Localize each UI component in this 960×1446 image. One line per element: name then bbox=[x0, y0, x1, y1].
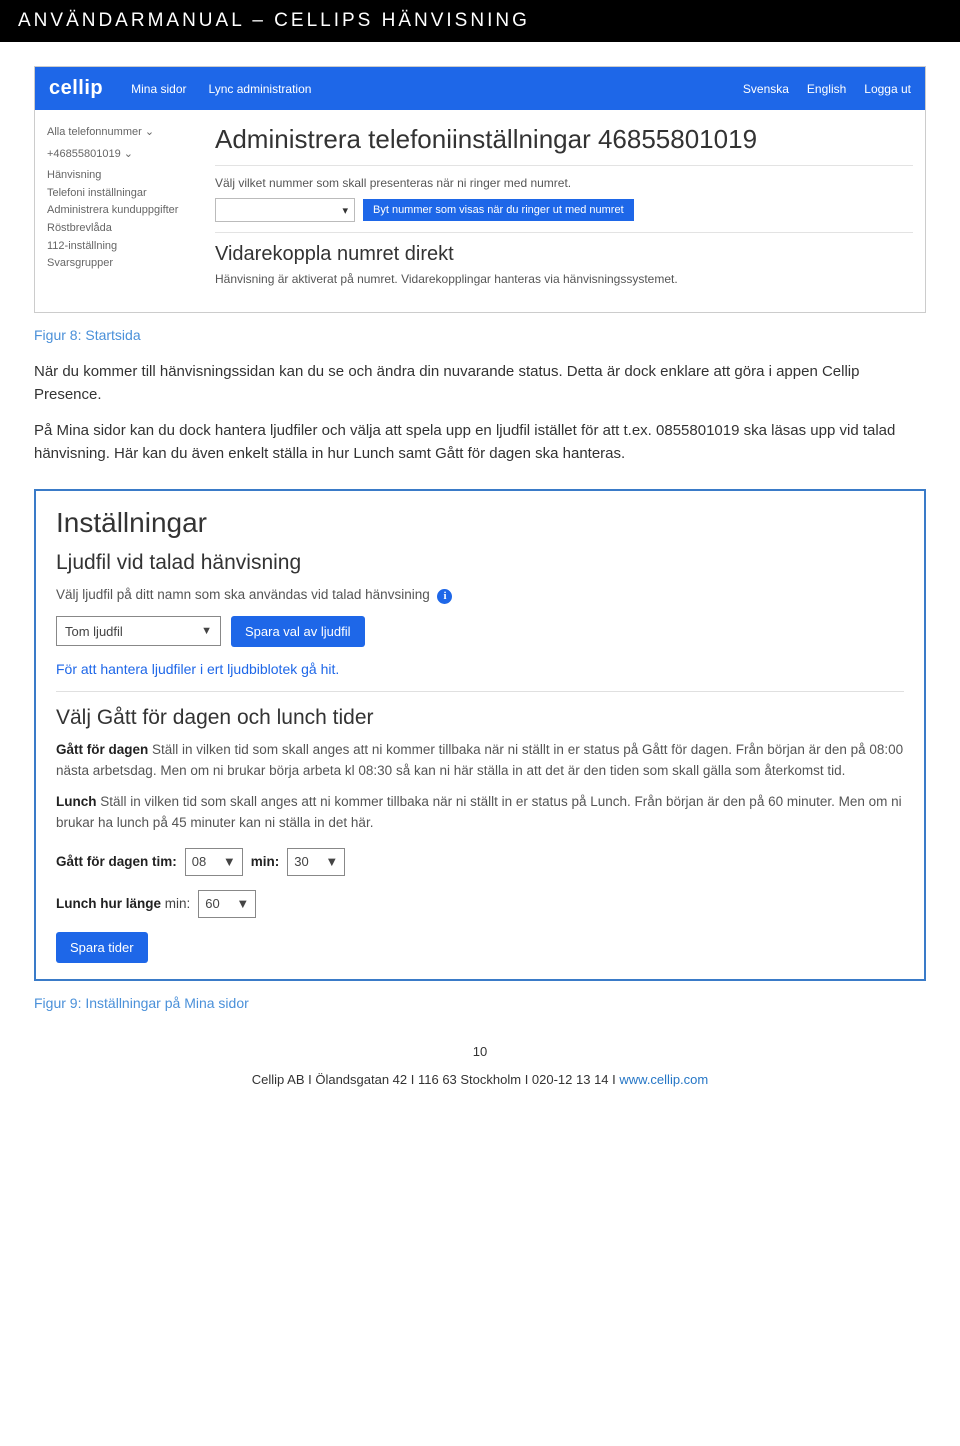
page-title: Administrera telefoniinställningar 46855… bbox=[215, 124, 913, 155]
chevron-down-icon: ▼ bbox=[236, 896, 249, 911]
sidebar-item[interactable]: Hänvisning bbox=[47, 167, 197, 185]
sidebar-item[interactable]: Administrera kunduppgifter bbox=[47, 202, 197, 220]
save-audio-button[interactable]: Spara val av ljudfil bbox=[231, 616, 365, 647]
settings-heading: Inställningar bbox=[56, 507, 904, 539]
divider bbox=[215, 232, 913, 233]
page-footer: 10 Cellip AB I Ölandsgatan 42 I 116 63 S… bbox=[34, 1041, 926, 1091]
body-paragraph: När du kommer till hänvisningssidan kan … bbox=[34, 361, 926, 406]
nav-lang-english[interactable]: English bbox=[807, 82, 846, 96]
gone-hour-select[interactable]: 08▼ bbox=[185, 848, 243, 876]
gone-for-day-row: Gått för dagen tim: 08▼ min: 30▼ bbox=[56, 848, 904, 876]
nav-lync-admin[interactable]: Lync administration bbox=[209, 82, 312, 96]
page-number: 10 bbox=[34, 1041, 926, 1063]
lunch-row: Lunch hur länge min: 60▼ bbox=[56, 890, 904, 918]
nav-bar: cellip Mina sidor Lync administration Sv… bbox=[35, 67, 925, 110]
info-icon[interactable]: i bbox=[437, 589, 452, 604]
gone-hour-label: Gått för dagen tim: bbox=[56, 854, 177, 869]
screenshot-installningar: Inställningar Ljudfil vid talad hänvisni… bbox=[34, 489, 926, 981]
audio-file-select[interactable]: Tom ljudfil ▼ bbox=[56, 616, 221, 646]
forward-heading: Vidarekoppla numret direkt bbox=[215, 243, 913, 266]
caller-id-select[interactable]: ▾ bbox=[215, 198, 355, 222]
divider bbox=[215, 165, 913, 166]
change-caller-id-button[interactable]: Byt nummer som visas när du ringer ut me… bbox=[363, 199, 634, 221]
chevron-down-icon: ▼ bbox=[223, 854, 236, 869]
manage-audio-link[interactable]: För att hantera ljudfiler i ert ljudbibl… bbox=[56, 661, 904, 677]
footer-company: Cellip AB I Ölandsgatan 42 I 116 63 Stoc… bbox=[252, 1072, 620, 1087]
sidebar-item[interactable]: 112-inställning bbox=[47, 238, 197, 256]
audio-file-label: Välj ljudfil på ditt namn som ska använd… bbox=[56, 585, 904, 606]
screenshot-startsida: cellip Mina sidor Lync administration Sv… bbox=[34, 66, 926, 313]
sidebar-current-number[interactable]: +46855801019 ⌄ bbox=[47, 146, 197, 164]
nav-mina-sidor[interactable]: Mina sidor bbox=[131, 82, 186, 96]
gone-min-select[interactable]: 30▼ bbox=[287, 848, 345, 876]
gone-for-day-desc: Gått för dagen Ställ in vilken tid som s… bbox=[56, 740, 904, 782]
audio-file-heading: Ljudfil vid talad hänvisning bbox=[56, 551, 904, 575]
sidebar-item[interactable]: Telefoni inställningar bbox=[47, 185, 197, 203]
figure-9-caption: Figur 9: Inställningar på Mina sidor bbox=[34, 995, 926, 1011]
forward-note: Hänvisning är aktiverat på numret. Vidar… bbox=[215, 272, 913, 286]
figure-8-caption: Figur 8: Startsida bbox=[34, 327, 926, 343]
chevron-down-icon: ▾ bbox=[342, 204, 348, 217]
sidebar-item[interactable]: Svarsgrupper bbox=[47, 255, 197, 273]
chevron-down-icon: ▼ bbox=[201, 625, 212, 637]
sidebar-all-numbers[interactable]: Alla telefonnummer ⌄ bbox=[47, 124, 197, 142]
footer-url[interactable]: www.cellip.com bbox=[619, 1072, 708, 1087]
document-header: ANVÄNDARMANUAL – CELLIPS HÄNVISNING bbox=[0, 0, 960, 42]
gone-min-label: min: bbox=[251, 854, 280, 869]
times-heading: Välj Gått för dagen och lunch tider bbox=[56, 706, 904, 730]
chevron-down-icon: ▼ bbox=[325, 854, 338, 869]
sidebar-item[interactable]: Röstbrevlåda bbox=[47, 220, 197, 238]
caller-id-label: Välj vilket nummer som skall presenteras… bbox=[215, 176, 913, 190]
body-paragraph: På Mina sidor kan du dock hantera ljudfi… bbox=[34, 420, 926, 465]
audio-file-select-value: Tom ljudfil bbox=[65, 624, 123, 639]
lunch-min-label: Lunch hur länge min: bbox=[56, 896, 190, 911]
save-times-button[interactable]: Spara tider bbox=[56, 932, 148, 963]
nav-lang-svenska[interactable]: Svenska bbox=[743, 82, 789, 96]
lunch-min-select[interactable]: 60▼ bbox=[198, 890, 256, 918]
divider bbox=[56, 691, 904, 692]
sidebar: Alla telefonnummer ⌄ +46855801019 ⌄ Hänv… bbox=[47, 124, 197, 294]
cellip-logo: cellip bbox=[49, 77, 103, 100]
nav-logout[interactable]: Logga ut bbox=[864, 82, 911, 96]
lunch-desc: Lunch Ställ in vilken tid som skall ange… bbox=[56, 792, 904, 834]
